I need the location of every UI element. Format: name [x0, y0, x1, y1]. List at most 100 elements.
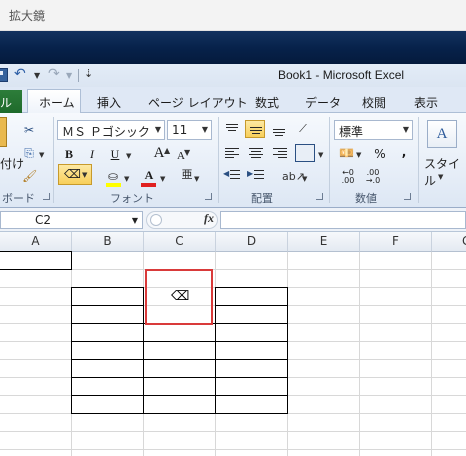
alignment-launcher-icon[interactable] [316, 193, 323, 200]
decrease-decimal-icon[interactable]: .00 →.0 [364, 169, 382, 185]
bold-button[interactable]: B [60, 145, 78, 163]
font-launcher-icon[interactable] [205, 193, 212, 200]
underline-dropdown-icon[interactable]: ▼ [126, 152, 131, 160]
italic-button[interactable]: I [83, 145, 101, 163]
style-icon[interactable]: A [427, 120, 457, 148]
currency-dropdown-icon[interactable]: ▼ [356, 151, 361, 159]
table-row[interactable] [71, 323, 288, 342]
undo-dropdown-icon[interactable]: ▼ [34, 71, 40, 80]
group-separator [418, 117, 419, 203]
align-bottom-button[interactable] [269, 120, 289, 138]
paste-button-label[interactable]: 付け [0, 155, 24, 172]
font-name-select[interactable]: ＭＳ Ｐゴシック ▼ [57, 120, 165, 140]
cell-a1[interactable] [0, 251, 72, 270]
tab-review[interactable]: 校閲 [362, 94, 386, 111]
cut-icon[interactable]: ✂ [22, 123, 36, 137]
font-size-select[interactable]: 11 ▼ [167, 120, 212, 140]
column-header-d[interactable]: D [216, 232, 288, 252]
formula-bar: C2 ▼ fx [0, 208, 466, 232]
format-painter-icon[interactable]: 🖌 [22, 169, 37, 183]
column-header-b[interactable]: B [72, 232, 144, 252]
insert-function-button[interactable]: fx [204, 211, 214, 226]
phonetic-dropdown-icon[interactable]: ▼ [194, 175, 199, 183]
number-format-select[interactable]: 標準 ▼ [334, 120, 413, 140]
fill-color-dropdown-icon[interactable]: ▼ [124, 175, 129, 183]
merge-center-icon[interactable] [295, 144, 315, 162]
group-separator [53, 117, 54, 203]
tab-home[interactable]: ホーム [27, 89, 81, 114]
qat-separator [78, 69, 79, 82]
font-color-bar [141, 183, 156, 187]
clear-dropdown-icon[interactable]: ▼ [82, 171, 87, 179]
table-row[interactable] [71, 359, 288, 378]
align-middle-button[interactable] [245, 120, 265, 138]
table-cell[interactable] [215, 287, 288, 306]
font-color-dropdown-icon[interactable]: ▼ [160, 175, 165, 183]
cursor-eraser-icon: ⌫ [171, 289, 190, 304]
clipboard-launcher-icon[interactable] [43, 193, 50, 200]
orientation-dropdown-icon[interactable]: ▼ [302, 175, 307, 183]
phonetic-icon[interactable]: 亜 [180, 168, 194, 182]
column-header-g[interactable]: G [432, 232, 466, 252]
save-icon[interactable] [0, 68, 8, 82]
group-separator [218, 117, 219, 203]
column-header-f[interactable]: F [360, 232, 432, 252]
table-cell[interactable] [215, 305, 288, 324]
tab-data[interactable]: データ [305, 94, 341, 111]
grow-font-arrow: ▲ [164, 146, 171, 155]
increase-decimal-icon[interactable]: ←0.00 [339, 169, 357, 185]
font-color-button[interactable]: A [140, 166, 158, 184]
column-header-c[interactable]: C [144, 232, 216, 252]
font-name-value: ＭＳ Ｐゴシック [62, 125, 150, 139]
align-center-button[interactable] [247, 144, 267, 162]
tab-file[interactable]: ル [0, 90, 22, 113]
merge-dropdown-icon[interactable]: ▼ [318, 151, 323, 159]
orientation-icon[interactable]: ⟋ [296, 122, 310, 136]
table-cell[interactable] [71, 305, 144, 324]
decrease-indent-button[interactable]: ◀ [223, 166, 243, 184]
number-launcher-icon[interactable] [404, 193, 411, 200]
ribbon-tab-row: ル ホーム 挿入 ページ レイアウト 数式 データ 校閲 表示 [0, 87, 466, 114]
table-row[interactable] [71, 377, 288, 396]
table-cell[interactable] [71, 287, 144, 306]
align-right-button[interactable] [271, 144, 291, 162]
tab-formulas[interactable]: 数式 [255, 94, 279, 111]
redo-dropdown-icon[interactable]: ▼ [66, 71, 72, 80]
table-row[interactable] [71, 395, 288, 414]
window-title: Book1 - Microsoft Excel [278, 68, 405, 82]
underline-button[interactable]: U [106, 145, 124, 163]
increase-indent-button[interactable]: ▶ [247, 166, 267, 184]
tab-page-layout[interactable]: ページ レイアウト [148, 94, 248, 111]
fill-color-icon[interactable]: ⛀ [106, 169, 120, 183]
column-header-e[interactable]: E [288, 232, 360, 252]
magnifier-title-bar: 拡大鏡 [0, 0, 466, 31]
styles-dropdown-icon[interactable]: ▼ [438, 173, 443, 181]
percent-button[interactable]: % [371, 145, 389, 163]
copy-dropdown-icon[interactable]: ▼ [39, 151, 44, 159]
font-size-value: 11 [172, 123, 188, 137]
formula-input[interactable] [220, 211, 466, 229]
column-header-a[interactable]: A [0, 232, 72, 252]
copy-icon[interactable]: ⎘ [22, 146, 36, 160]
paste-icon[interactable] [0, 117, 7, 147]
alignment-group-label: 配置 [251, 192, 273, 205]
align-left-button[interactable] [223, 144, 243, 162]
clipboard-group-label: ボード [2, 192, 35, 205]
tab-view[interactable]: 表示 [414, 94, 438, 111]
name-box-value: C2 [35, 213, 52, 227]
comma-button[interactable]: , [395, 143, 413, 161]
number-group-label: 数値 [355, 192, 377, 205]
clear-button[interactable]: ⌫ ▼ [58, 164, 92, 185]
align-top-button[interactable] [222, 120, 242, 138]
currency-icon[interactable]: 💴 [339, 146, 354, 160]
table-row[interactable] [71, 341, 288, 360]
eraser-icon: ⌫ [64, 167, 81, 181]
orientation-abc-icon[interactable]: ab↗ [282, 170, 305, 184]
name-box[interactable]: C2 ▼ [0, 211, 143, 229]
group-separator [329, 117, 330, 203]
styles-button-label[interactable]: スタイル [424, 155, 466, 189]
redo-icon[interactable]: ↷ [48, 66, 60, 82]
customize-qat-icon[interactable]: ⇣ [84, 67, 93, 80]
undo-icon[interactable]: ↶ [14, 66, 26, 82]
tab-insert[interactable]: 挿入 [97, 94, 121, 111]
